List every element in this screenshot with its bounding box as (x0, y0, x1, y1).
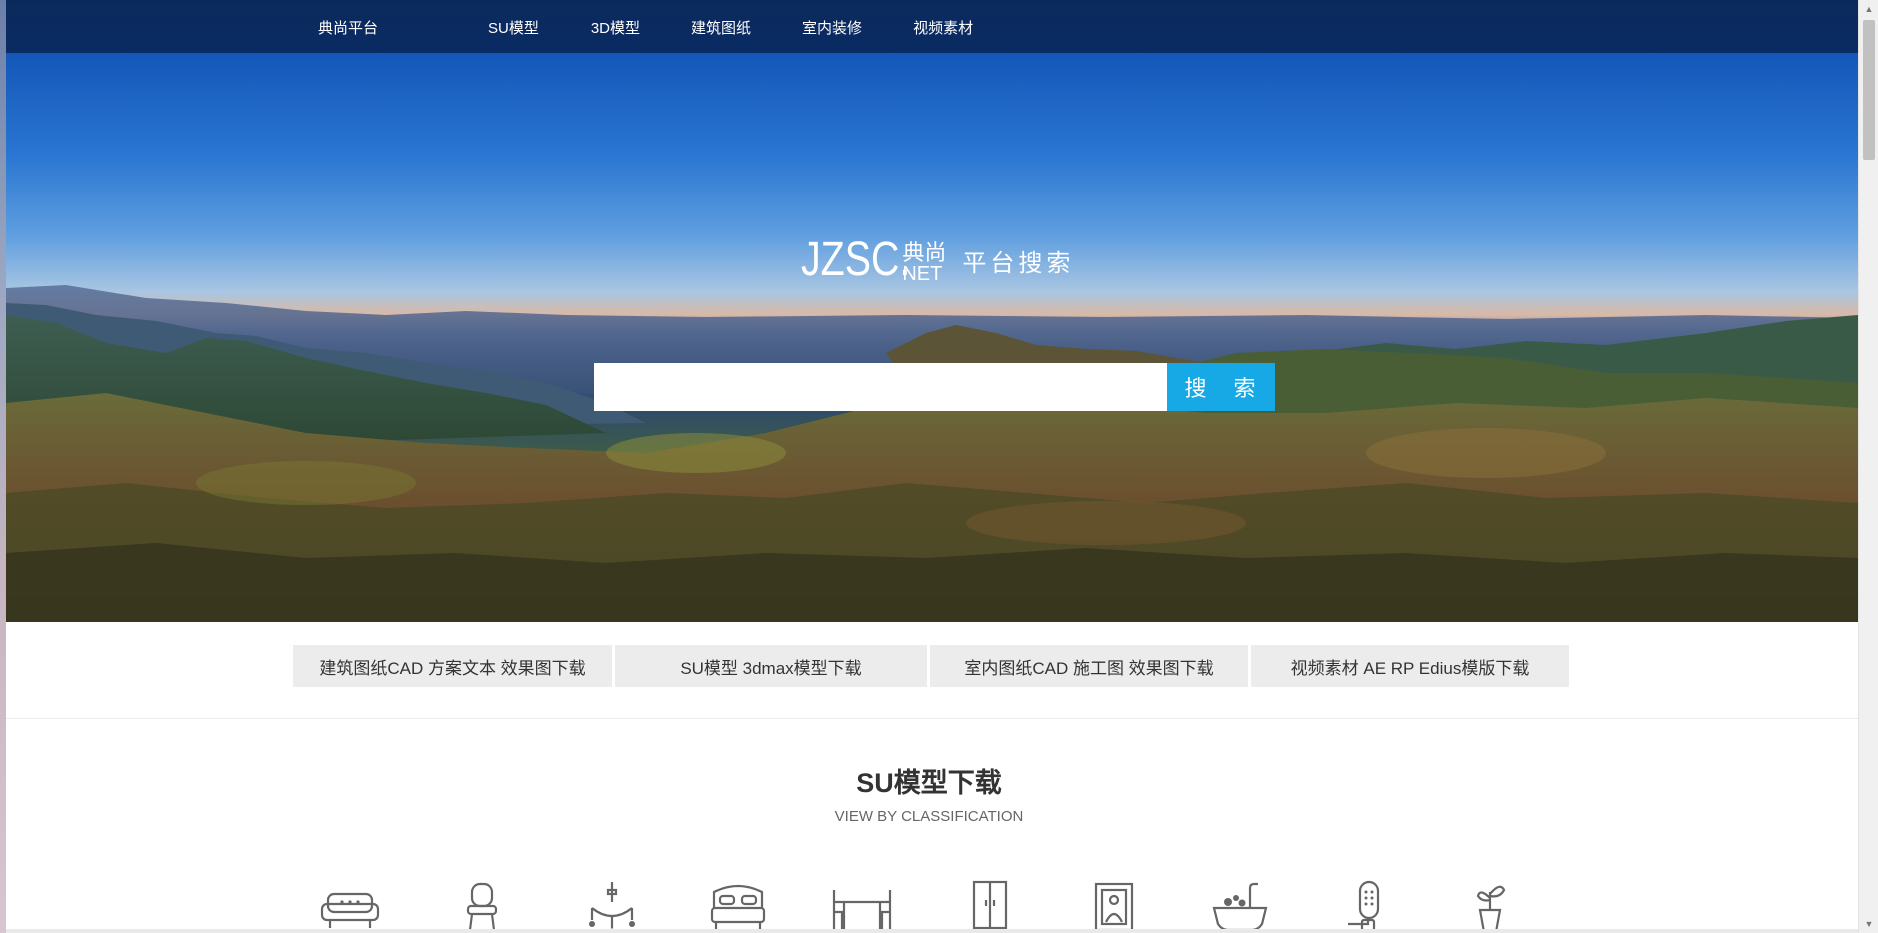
section-divider (6, 718, 1858, 719)
hero-banner: JZSC. 典尚 NET 平台搜索 搜 索 (6, 53, 1858, 622)
bathtub-icon[interactable] (1208, 880, 1272, 933)
main-nav: SU模型 3D模型 建筑图纸 室内装修 视频素材 (488, 17, 1024, 38)
section-title: SU模型下载 (856, 768, 1002, 798)
nav-item-video-assets[interactable]: 视频素材 (913, 17, 973, 38)
bottom-edge (6, 929, 1858, 933)
nav-item-3d-model[interactable]: 3D模型 (591, 17, 640, 38)
site-logo: JZSC. 典尚 NET 平台搜索 (801, 233, 1075, 286)
page-scrollbar[interactable]: ▲ ▼ (1858, 0, 1878, 933)
nav-item-architecture-drawings[interactable]: 建筑图纸 (691, 17, 751, 38)
brand-link[interactable]: 典尚平台 (318, 17, 378, 38)
search-input[interactable] (594, 363, 1167, 411)
door-lock-icon[interactable] (1336, 880, 1400, 933)
chair-icon[interactable] (450, 880, 514, 933)
category-video[interactable]: 视频素材 AE RP Edius模版下载 (1251, 645, 1569, 687)
potted-plant-icon[interactable] (1458, 880, 1522, 933)
category-interior[interactable]: 室内图纸CAD 施工图 效果图下载 (930, 645, 1248, 687)
scrollbar-thumb[interactable] (1863, 20, 1875, 160)
wardrobe-icon[interactable] (958, 880, 1022, 933)
nav-item-interior-decoration[interactable]: 室内装修 (802, 17, 862, 38)
nav-item-su-model[interactable]: SU模型 (488, 17, 539, 38)
search-button[interactable]: 搜 索 (1167, 363, 1275, 411)
picture-frame-icon[interactable] (1082, 880, 1146, 933)
category-architecture[interactable]: 建筑图纸CAD 方案文本 效果图下载 (293, 645, 612, 687)
dining-table-icon[interactable] (830, 880, 894, 933)
search-bar: 搜 索 (594, 363, 1275, 411)
scroll-up-arrow-icon[interactable]: ▲ (1859, 0, 1878, 18)
scroll-down-arrow-icon[interactable]: ▼ (1859, 915, 1878, 933)
top-navigation-bar: 典尚平台 SU模型 3D模型 建筑图纸 室内装修 视频素材 (6, 0, 1858, 53)
category-su-3dmax[interactable]: SU模型 3dmax模型下载 (615, 645, 927, 687)
logo-slogan: 平台搜索 (962, 249, 1075, 277)
chandelier-icon[interactable] (580, 880, 644, 933)
logo-latin: JZSC. (801, 233, 911, 286)
classification-icons (318, 880, 1578, 933)
section-subtitle: VIEW BY CLASSIFICATION (834, 808, 1024, 825)
landscape-image (6, 285, 1858, 622)
category-tabs: 建筑图纸CAD 方案文本 效果图下载 SU模型 3dmax模型下载 室内图纸CA… (293, 645, 1569, 687)
bed-icon[interactable] (706, 880, 770, 933)
sofa-icon[interactable] (318, 880, 382, 933)
